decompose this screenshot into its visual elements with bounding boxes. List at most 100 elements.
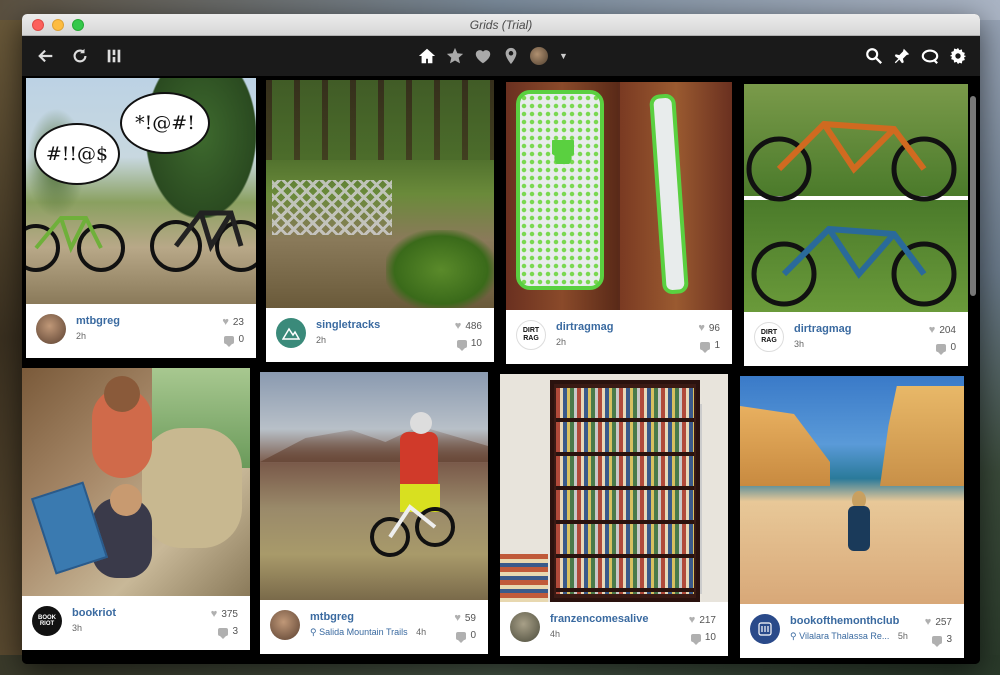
username-link[interactable]: singletracks (316, 319, 380, 331)
like-count[interactable]: ♥ 486 (455, 320, 482, 332)
post-card[interactable]: BOOK RIOT bookriot 3h ♥ 375 3 (22, 368, 250, 650)
avatar[interactable] (276, 318, 306, 348)
post-card[interactable]: #!!@$ *!@#! mtbgreg 2h ♥ 23 0 (26, 78, 256, 358)
post-footer: mtbgreg 2h ♥ 23 0 (26, 304, 256, 358)
avatar[interactable] (750, 614, 780, 644)
location-pin-icon: ⚲ (310, 627, 317, 637)
chevron-down-icon[interactable]: ▼ (559, 51, 568, 61)
post-photo[interactable] (266, 80, 494, 308)
comments-value: 10 (704, 632, 716, 643)
avatar[interactable] (510, 612, 540, 642)
comment-count[interactable]: 3 (218, 626, 238, 639)
avatar[interactable] (270, 610, 300, 640)
post-time: 2h (556, 337, 567, 347)
like-count[interactable]: ♥ 217 (689, 614, 716, 626)
toolbar-right (864, 46, 968, 66)
comment-icon (456, 339, 467, 351)
like-count[interactable]: ♥ 23 (222, 316, 244, 328)
comments-value: 10 (470, 338, 482, 349)
heart-icon: ♥ (210, 608, 218, 620)
username-link[interactable]: dirtragmag (794, 323, 851, 335)
post-time: 2h (76, 331, 87, 341)
avatar[interactable]: DIRT RAG (516, 320, 546, 350)
title-bar[interactable]: Grids (Trial) (22, 14, 980, 36)
back-arrow-icon[interactable] (36, 46, 56, 66)
username-link[interactable]: bookofthemonthclub (790, 615, 899, 627)
like-count[interactable]: ♥ 59 (454, 612, 476, 624)
refresh-icon[interactable] (70, 46, 90, 66)
post-photo[interactable] (740, 376, 964, 604)
home-icon[interactable] (417, 46, 437, 66)
comments-value: 0 (950, 342, 956, 353)
post-card[interactable]: franzencomesalive 4h ♥ 217 10 (500, 374, 728, 656)
username-link[interactable]: dirtragmag (556, 321, 613, 333)
comment-count[interactable]: 1 (700, 340, 720, 353)
columns-icon[interactable] (104, 46, 124, 66)
post-meta: ⚲ Vilalara Thalassa Re... 5h (790, 631, 908, 642)
location-link[interactable]: Salida Mountain Trails (319, 627, 408, 637)
post-photo[interactable] (506, 82, 732, 310)
comment-icon (218, 627, 229, 639)
book-logo-icon (758, 622, 772, 636)
search-icon[interactable] (864, 46, 884, 66)
post-card[interactable]: DIRT RAG dirtragmag 2h ♥ 96 1 (506, 82, 732, 364)
username-link[interactable]: mtbgreg (76, 315, 120, 327)
gear-icon[interactable] (948, 46, 968, 66)
heart-icon: ♥ (924, 616, 932, 628)
heart-icon: ♥ (454, 320, 462, 332)
comment-icon (456, 631, 467, 643)
comments-value: 3 (232, 626, 238, 637)
username-link[interactable]: bookriot (72, 607, 116, 619)
post-photo[interactable] (744, 84, 968, 312)
avatar[interactable]: BOOK RIOT (32, 606, 62, 636)
post-card[interactable]: DIRT RAG dirtragmag 3h ♥ 204 0 (744, 84, 968, 366)
mountain-icon (282, 327, 300, 340)
likes-value: 375 (221, 608, 238, 620)
speech-bubble: *!@#! (120, 92, 210, 154)
post-card[interactable]: mtbgreg ⚲ Salida Mountain Trails 4h ♥ 59 … (260, 372, 488, 654)
post-photo[interactable] (500, 374, 728, 602)
avatar[interactable] (36, 314, 66, 344)
like-count[interactable]: ♥ 96 (698, 322, 720, 334)
comments-value: 1 (714, 340, 720, 351)
post-card[interactable]: bookofthemonthclub ⚲ Vilalara Thalassa R… (740, 376, 964, 658)
like-count[interactable]: ♥ 204 (929, 324, 956, 336)
like-count[interactable]: ♥ 375 (211, 608, 238, 620)
heart-icon: ♥ (698, 322, 705, 334)
heart-icon[interactable] (473, 46, 493, 66)
scrollbar[interactable] (970, 96, 976, 296)
tag-icon[interactable] (920, 46, 940, 66)
comment-count[interactable]: 10 (456, 338, 482, 351)
likes-value: 59 (464, 612, 476, 624)
comment-icon (936, 343, 947, 355)
comment-icon (224, 335, 235, 347)
post-footer: franzencomesalive 4h ♥ 217 10 (500, 602, 728, 656)
post-time: 5h (897, 631, 908, 641)
star-icon[interactable] (445, 46, 465, 66)
likes-value: 486 (465, 320, 482, 332)
username-link[interactable]: mtbgreg (310, 611, 354, 623)
post-photo[interactable] (22, 368, 250, 596)
comment-count[interactable]: 3 (932, 634, 952, 647)
post-footer: DIRT RAG dirtragmag 3h ♥ 204 0 (744, 312, 968, 366)
account-avatar[interactable] (529, 46, 549, 66)
post-photo[interactable]: #!!@$ *!@#! (26, 78, 256, 304)
post-card[interactable]: singletracks 2h ♥ 486 10 (266, 80, 494, 362)
username-link[interactable]: franzencomesalive (550, 613, 648, 625)
like-count[interactable]: ♥ 257 (925, 616, 952, 628)
comment-count[interactable]: 0 (224, 334, 244, 347)
pin-icon[interactable] (892, 46, 912, 66)
heart-icon: ♥ (222, 316, 229, 328)
post-photo[interactable] (260, 372, 488, 600)
post-footer: DIRT RAG dirtragmag 2h ♥ 96 1 (506, 310, 732, 364)
location-pin-icon[interactable] (501, 46, 521, 66)
comment-count[interactable]: 0 (936, 342, 956, 355)
post-time: 3h (794, 339, 805, 349)
comment-count[interactable]: 0 (456, 630, 476, 643)
toolbar: ▼ (22, 36, 980, 76)
likes-value: 23 (232, 316, 244, 328)
location-link[interactable]: Vilalara Thalassa Re... (799, 631, 889, 641)
avatar[interactable]: DIRT RAG (754, 322, 784, 352)
post-time: 3h (72, 623, 83, 633)
comment-count[interactable]: 10 (690, 632, 716, 645)
